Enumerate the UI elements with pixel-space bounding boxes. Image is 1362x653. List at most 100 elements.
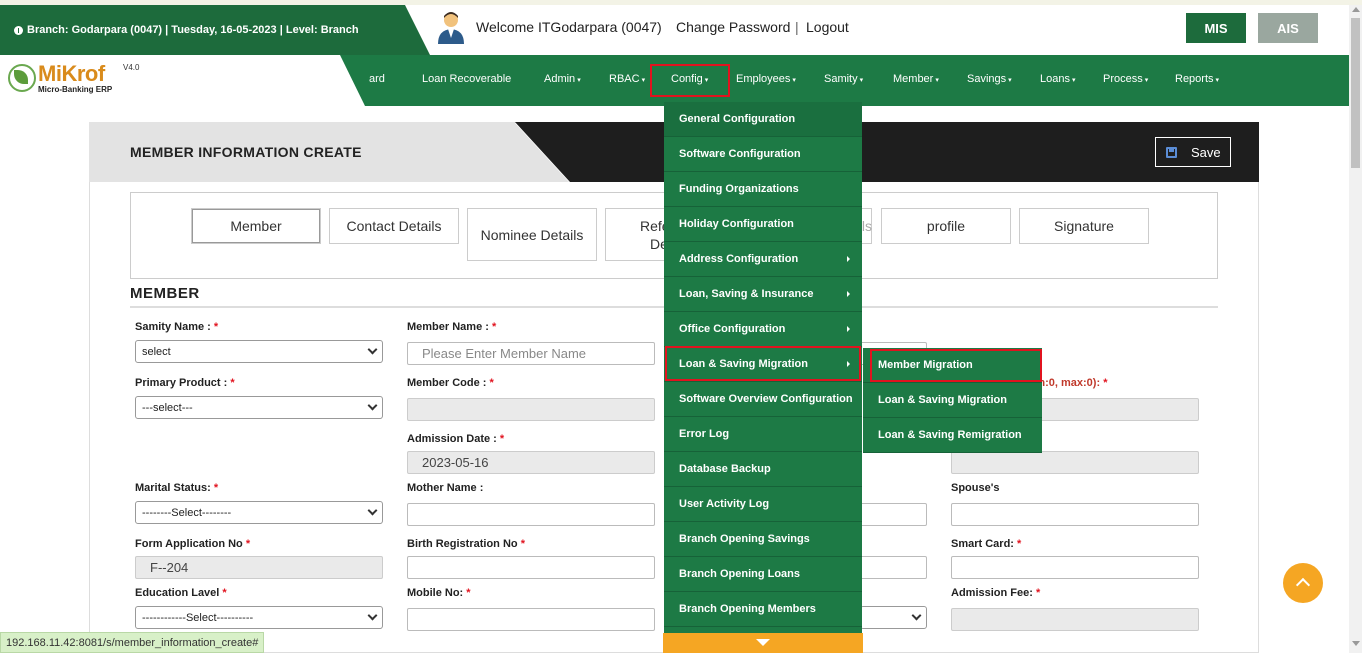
tab-contact-details[interactable]: Contact Details <box>329 208 459 244</box>
logout-link[interactable]: Logout <box>806 19 849 35</box>
birth-registration-input[interactable] <box>407 556 655 579</box>
submenu-highlight-box <box>870 349 1042 382</box>
form-application-input[interactable]: F--204 <box>135 556 383 579</box>
menu-funding-organizations[interactable]: Funding Organizations <box>664 172 862 207</box>
nav-dashboard[interactable]: ard <box>369 73 385 85</box>
submenu-label: Loan & Saving Migration <box>878 394 1007 406</box>
menu-loan-saving-insurance[interactable]: Loan, Saving & Insurance <box>664 277 862 312</box>
menu-label: Holiday Configuration <box>679 218 794 230</box>
chevron-down-icon <box>367 505 378 516</box>
menu-label: Database Backup <box>679 463 771 475</box>
nav-label: Admin <box>544 73 576 85</box>
logo-name[interactable]: MiKrof <box>38 61 105 87</box>
submenu-loan-saving-remigration[interactable]: Loan & Saving Remigration <box>863 418 1042 453</box>
scroll-to-top-button[interactable] <box>1283 563 1323 603</box>
chevron-down-icon <box>367 344 378 355</box>
change-password-link[interactable]: Change Password <box>676 19 790 35</box>
nav-savings[interactable]: Savings ▾ <box>967 73 1012 85</box>
tab-member[interactable]: Member <box>191 208 321 244</box>
scroll-down-arrow-icon[interactable] <box>1352 641 1360 646</box>
nav-label: Employees <box>736 73 791 85</box>
national-id-input[interactable] <box>860 556 927 579</box>
required-mark: * <box>1103 377 1108 389</box>
education-select[interactable]: ------------Select---------- <box>135 606 383 629</box>
select-value: ------------Select---------- <box>142 611 254 624</box>
nav-label: Savings <box>967 73 1007 85</box>
samity-name-select[interactable]: select <box>135 340 383 363</box>
label-text: Samity Name : <box>135 321 211 333</box>
nav-admin[interactable]: Admin ▾ <box>544 73 581 85</box>
nav-employees[interactable]: Employees ▾ <box>736 73 796 85</box>
caret-down-icon: ▾ <box>1008 77 1012 84</box>
branch-info-text: Branch: Godarpara (0047) | Tuesday, 16-0… <box>27 24 359 36</box>
label-text: Birth Registration No <box>407 538 518 550</box>
admission-date-label: Admission Date : * <box>407 433 504 445</box>
menu-address-configuration[interactable]: Address Configuration <box>664 242 862 277</box>
logo-version: V4.0 <box>123 63 140 72</box>
section-title: MEMBER <box>130 285 200 302</box>
menu-user-activity-log[interactable]: User Activity Log <box>664 487 862 522</box>
menu-branch-opening-members[interactable]: Branch Opening Members <box>664 592 862 627</box>
menu-branch-opening-savings[interactable]: Branch Opening Savings <box>664 522 862 557</box>
menu-office-configuration[interactable]: Office Configuration <box>664 312 862 347</box>
chevron-down-icon <box>367 610 378 621</box>
label-text: Education Lavel <box>135 587 220 599</box>
menu-database-backup[interactable]: Database Backup <box>664 452 862 487</box>
select-value: --------Select-------- <box>142 506 232 519</box>
smart-card-input[interactable] <box>951 556 1199 579</box>
required-mark: * <box>466 587 471 599</box>
menu-error-log[interactable]: Error Log <box>664 417 862 452</box>
chevron-down-icon <box>367 400 378 411</box>
menu-label: Branch Opening Members <box>679 603 816 615</box>
menu-branch-opening-loans[interactable]: Branch Opening Loans <box>664 557 862 592</box>
mother-name-input[interactable] <box>407 503 655 526</box>
floppy-disk-icon <box>1166 146 1177 158</box>
select-value: ---select--- <box>142 401 193 414</box>
marital-status-select[interactable]: --------Select-------- <box>135 501 383 524</box>
nationality-select[interactable] <box>860 606 927 629</box>
tab-nominee-details[interactable]: Nominee Details <box>467 208 597 261</box>
education-label: Education Lavel * <box>135 587 227 599</box>
menu-general-configuration[interactable]: General Configuration <box>664 102 862 137</box>
nav-process[interactable]: Process ▾ <box>1103 73 1148 85</box>
required-mark: * <box>520 538 525 550</box>
spouse-label: Spouse's <box>951 482 1000 494</box>
nav-samity[interactable]: Samity ▾ <box>824 73 863 85</box>
label-text: Admission Date : <box>407 433 497 445</box>
marital-status-label: Marital Status: * <box>135 482 218 494</box>
scrollbar-thumb[interactable] <box>1351 18 1360 168</box>
menu-software-overview-configuration[interactable]: Software Overview Configuration <box>664 382 862 417</box>
nav-member[interactable]: Member ▾ <box>893 73 939 85</box>
member-name-input[interactable]: Please Enter Member Name <box>407 342 655 365</box>
chevron-down-icon <box>911 610 922 621</box>
label-text: Admission Fee: <box>951 587 1033 599</box>
ais-button[interactable]: AIS <box>1258 13 1318 43</box>
save-button[interactable]: Save <box>1155 137 1231 167</box>
scroll-up-arrow-icon[interactable] <box>1352 7 1360 12</box>
nav-loan-recoverable[interactable]: Loan Recoverable <box>422 73 511 85</box>
tab-signature[interactable]: Signature <box>1019 208 1149 244</box>
select-value: select <box>142 345 171 358</box>
submenu-loan-saving-migration[interactable]: Loan & Saving Migration <box>863 383 1042 418</box>
menu-software-configuration[interactable]: Software Configuration <box>664 137 862 172</box>
nav-reports[interactable]: Reports ▾ <box>1175 73 1219 85</box>
mobile-input[interactable] <box>407 608 655 631</box>
tab-profile[interactable]: profile <box>881 208 1011 244</box>
tab-reference-details[interactable]: Refe Details <box>605 208 693 261</box>
spouse-name-input[interactable] <box>951 503 1199 526</box>
admission-fee-input[interactable] <box>951 608 1199 631</box>
caret-down-icon: ▾ <box>1215 77 1220 84</box>
nav-loans[interactable]: Loans ▾ <box>1040 73 1076 85</box>
admission-date-input[interactable]: 2023-05-16 <box>407 451 655 474</box>
nav-label: Member <box>893 73 934 85</box>
label-text: Mobile No: <box>407 587 464 599</box>
father-name-input[interactable] <box>860 503 927 526</box>
mis-button[interactable]: MIS <box>1186 13 1246 43</box>
primary-product-select[interactable]: ---select--- <box>135 396 383 419</box>
required-mark: * <box>499 433 505 445</box>
member-code-input[interactable] <box>407 398 655 421</box>
nav-rbac[interactable]: RBAC ▾ <box>609 73 645 85</box>
readonly-field-input[interactable] <box>951 451 1199 474</box>
menu-holiday-configuration[interactable]: Holiday Configuration <box>664 207 862 242</box>
tab-other-details[interactable]: er Details <box>813 208 872 244</box>
